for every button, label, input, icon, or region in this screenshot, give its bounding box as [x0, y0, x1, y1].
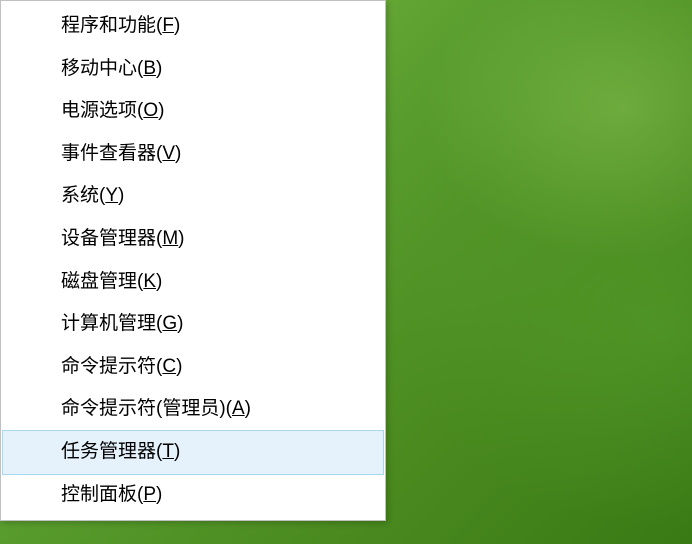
winx-context-menu: 程序和功能(F) 移动中心(B) 电源选项(O) 事件查看器(V) 系统(Y) … [0, 0, 386, 521]
menu-item-accelerator: G [162, 313, 177, 334]
menu-item-power-options[interactable]: 电源选项(O) [3, 90, 383, 133]
menu-item-task-manager[interactable]: 任务管理器(T) [2, 430, 384, 475]
menu-item-label: 计算机管理 [61, 313, 156, 334]
menu-item-label: 磁盘管理 [61, 271, 137, 292]
menu-item-accelerator: C [162, 356, 176, 377]
menu-item-label: 控制面板 [61, 484, 137, 505]
menu-item-accelerator: V [162, 143, 175, 164]
menu-item-computer-management[interactable]: 计算机管理(G) [3, 303, 383, 346]
menu-item-label: 程序和功能 [61, 15, 156, 36]
menu-item-event-viewer[interactable]: 事件查看器(V) [3, 133, 383, 176]
menu-item-label: 移动中心 [61, 58, 137, 79]
menu-item-command-prompt[interactable]: 命令提示符(C) [3, 346, 383, 389]
menu-item-accelerator: O [143, 100, 158, 121]
menu-item-accelerator: Y [105, 185, 118, 206]
menu-item-disk-management[interactable]: 磁盘管理(K) [3, 261, 383, 304]
menu-item-label: 设备管理器 [61, 228, 156, 249]
menu-item-label: 命令提示符 [61, 356, 156, 377]
menu-item-label: 事件查看器 [61, 143, 156, 164]
menu-item-system[interactable]: 系统(Y) [3, 175, 383, 218]
menu-item-command-prompt-admin[interactable]: 命令提示符(管理员)(A) [3, 388, 383, 431]
menu-item-accelerator: F [162, 15, 174, 36]
menu-item-accelerator: T [162, 441, 174, 462]
menu-item-accelerator: A [232, 398, 245, 419]
menu-item-accelerator: P [143, 484, 156, 505]
menu-item-accelerator: B [143, 58, 156, 79]
menu-item-mobility-center[interactable]: 移动中心(B) [3, 48, 383, 91]
menu-item-device-manager[interactable]: 设备管理器(M) [3, 218, 383, 261]
menu-item-label: 电源选项 [61, 100, 137, 121]
menu-item-control-panel[interactable]: 控制面板(P) [3, 474, 383, 517]
menu-item-label: 系统 [61, 185, 99, 206]
menu-item-label: 命令提示符(管理员) [61, 398, 226, 419]
menu-item-label: 任务管理器 [61, 441, 156, 462]
menu-item-programs-and-features[interactable]: 程序和功能(F) [3, 5, 383, 48]
menu-item-accelerator: K [143, 271, 156, 292]
menu-item-accelerator: M [162, 228, 178, 249]
